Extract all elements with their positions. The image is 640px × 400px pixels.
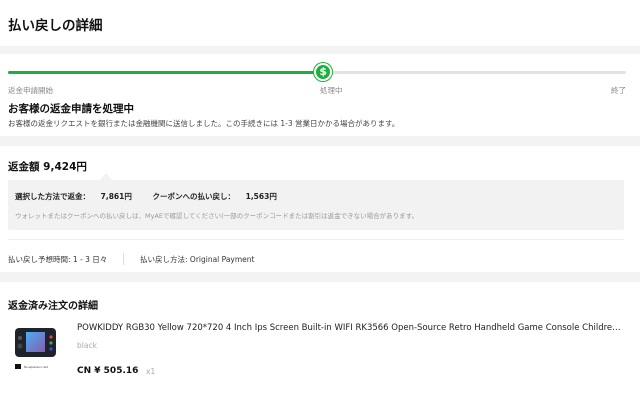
refund-amount: 返金額 9,424円 (8, 159, 87, 174)
step-label-processing: 処理中 (320, 86, 343, 95)
product-variant: black (77, 341, 97, 350)
product-thumbnail[interactable]: No expansion card (14, 326, 58, 376)
page-title: 払い戻しの詳細 (8, 18, 103, 34)
step-label-start: 返金申請開始 (8, 86, 53, 95)
coupon-refund-value: 1,563円 (245, 192, 277, 201)
refund-eta: 払い戻し予想時間: 1 - 3 日々 (8, 255, 108, 264)
status-description: お客様の返金リクエストを銀行または金融機関に送信しました。この手続きには 1-3… (8, 119, 400, 128)
header-card: 払い戻しの詳細 (0, 0, 640, 46)
vertical-separator (123, 253, 124, 265)
refund-amount-value: 9,424円 (43, 161, 87, 173)
refunded-order-card: 返金済み注文の詳細 No expansion card POWKIDDY RGB… (0, 282, 640, 400)
coupon-refund-label: クーポンへの払い戻し： (152, 192, 235, 201)
refund-note: ウォレットまたはクーポンへの払い戻しは、MyAEで確認してください(一部のクーポ… (15, 212, 419, 220)
product-name-link[interactable]: POWKIDDY RGB30 Yellow 720*720 4 Inch Ips… (77, 323, 625, 333)
product-quantity: x1 (146, 367, 156, 376)
divider (8, 239, 624, 240)
refund-amount-label: 返金額 (8, 161, 40, 173)
refund-progress-card: $ 返金申請開始 処理中 終了 お客様の返金申請を処理中 お客様の返金リクエスト… (0, 54, 640, 136)
method-refund-label: 選択した方法で返金： (15, 192, 90, 201)
breakdown-caret (100, 173, 112, 180)
refund-amount-card: 返金額 9,424円 選択した方法で返金： 7,861円 クーポンへの払い戻し：… (0, 146, 640, 272)
status-title: お客様の返金申請を処理中 (8, 103, 134, 115)
thumbnail-caption: No expansion card (24, 365, 48, 369)
refund-method: 払い戻し方法: Original Payment (140, 255, 255, 264)
method-refund-value: 7,861円 (100, 192, 132, 201)
product-price: CN ¥ 505.16 (77, 366, 139, 376)
progress-fill (8, 71, 324, 74)
refund-breakdown: 選択した方法で返金： 7,861円 クーポンへの払い戻し： 1,563円 ウォレ… (8, 180, 624, 230)
order-section-title: 返金済み注文の詳細 (8, 301, 98, 312)
dollar-icon: $ (314, 63, 333, 81)
step-label-end: 終了 (611, 86, 626, 95)
